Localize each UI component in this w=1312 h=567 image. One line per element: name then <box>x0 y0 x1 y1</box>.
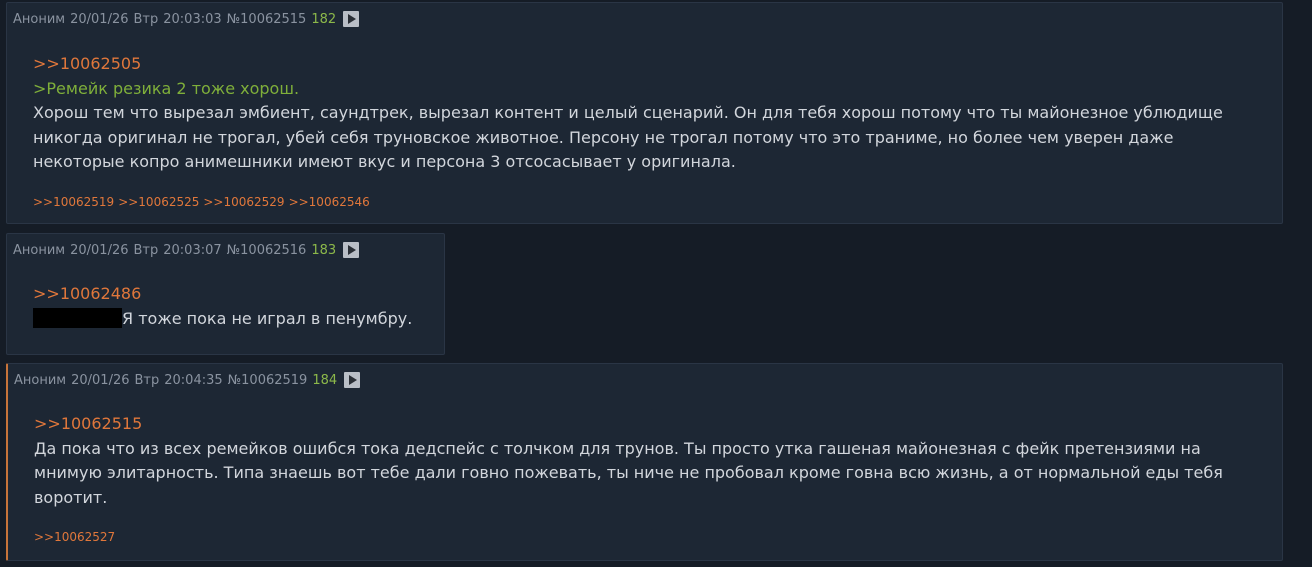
body-line: Я тоже пока не играл в пенумбру. <box>33 307 412 332</box>
post-date: 20/01/26 <box>70 242 129 258</box>
reply-backlink[interactable]: >>10062546 <box>289 195 370 209</box>
post-10062516: Аноним 20/01/26 Втр 20:03:07 №10062516 1… <box>6 233 445 355</box>
reply-backlink[interactable]: >>10062527 <box>34 530 115 544</box>
play-icon[interactable] <box>344 372 361 388</box>
reply-backlink[interactable]: >>10062525 <box>118 195 199 209</box>
replies-list: >>10062519 >>10062525 >>10062529 >>10062546 <box>33 195 374 209</box>
body-line: воротит. <box>34 487 108 507</box>
body-line: никогда оригинал не трогал, убей себя тр… <box>33 127 1174 147</box>
post-header: Аноним 20/01/26 Втр 20:03:07 №10062516 1… <box>13 241 360 259</box>
greentext-quote: >Ремейк резика 2 тоже хорош. <box>33 78 300 98</box>
play-icon[interactable] <box>343 11 360 27</box>
after-spoiler-text: Я тоже пока не играл в пенумбру. <box>122 308 413 328</box>
post-header: Аноним 20/01/26 Втр 20:03:03 №10062515 1… <box>13 10 360 28</box>
quote-link[interactable]: >>10062515 <box>34 412 1223 437</box>
post-weekday: Втр <box>134 372 160 388</box>
post-time: 20:03:07 <box>163 242 222 258</box>
quote-link[interactable]: >>10062505 <box>33 52 1223 77</box>
poster-name: Аноним <box>14 372 67 388</box>
post-number-link[interactable]: №10062516 <box>227 243 307 258</box>
post-body: >>10062505 >Ремейк резика 2 тоже хорош. … <box>33 52 1223 175</box>
post-weekday: Втр <box>133 11 159 27</box>
poster-name: Аноним <box>13 242 66 258</box>
post-count: 184 <box>312 372 338 388</box>
reply-backlink[interactable]: >>10062529 <box>203 195 284 209</box>
post-number-link[interactable]: №10062519 <box>228 373 308 388</box>
post-number-link[interactable]: №10062515 <box>227 12 307 27</box>
post-count: 183 <box>311 242 337 258</box>
body-line: Хорош тем что вырезал эмбиент, саундтрек… <box>33 103 1223 122</box>
post-count: 182 <box>311 11 337 27</box>
reply-backlink[interactable]: >>10062519 <box>33 195 114 209</box>
body-line: Да пока что из всех ремейков ошибся тока… <box>34 438 1201 458</box>
post-10062519: Аноним 20/01/26 Втр 20:04:35 №10062519 1… <box>6 363 1283 561</box>
post-header: Аноним 20/01/26 Втр 20:04:35 №10062519 1… <box>14 371 361 389</box>
post-time: 20:03:03 <box>163 11 222 27</box>
poster-name: Аноним <box>13 11 66 27</box>
post-date: 20/01/26 <box>70 11 129 27</box>
post-date: 20/01/26 <box>71 372 130 388</box>
post-time: 20:04:35 <box>164 372 223 388</box>
body-line: некоторые копро анимешники имеют вкус и … <box>33 152 736 171</box>
post-body: >>10062515 Да пока что из всех ремейков … <box>34 412 1223 510</box>
body-line: мнимую элитарность. Типа знаешь вот тебе… <box>34 463 1223 482</box>
post-weekday: Втр <box>133 242 159 258</box>
play-icon[interactable] <box>343 242 360 258</box>
spoiler-block[interactable] <box>33 307 122 328</box>
post-body: >>10062486 Я тоже пока не играл в пенумб… <box>33 282 412 331</box>
post-10062515: Аноним 20/01/26 Втр 20:03:03 №10062515 1… <box>6 2 1283 224</box>
replies-list: >>10062527 <box>34 530 119 544</box>
quote-link[interactable]: >>10062486 <box>33 282 412 307</box>
